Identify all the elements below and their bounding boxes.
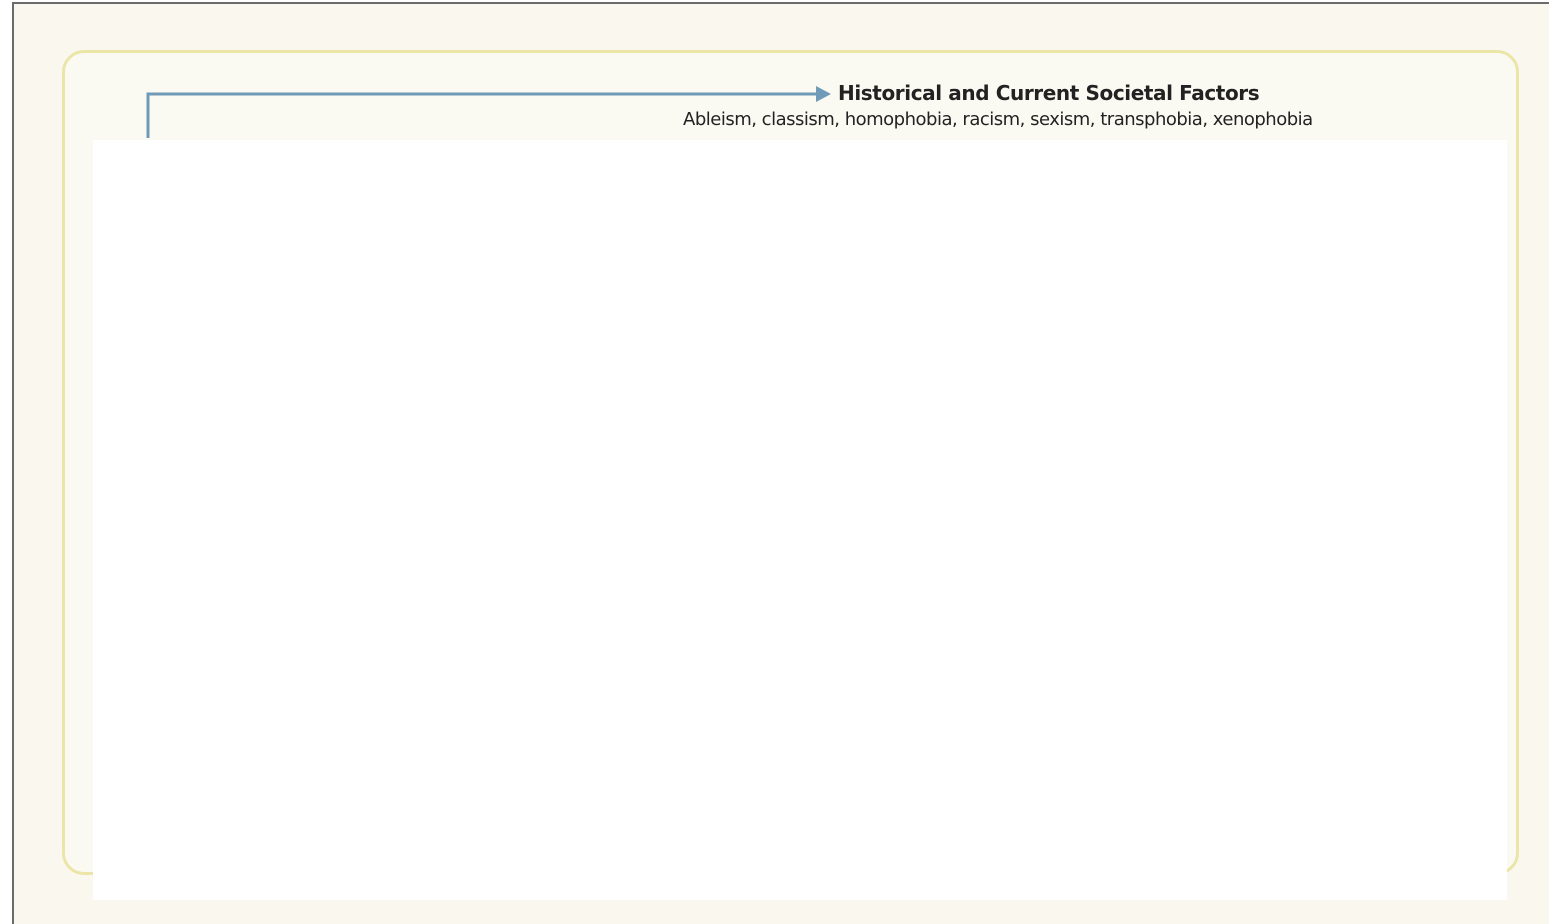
blank-content-area: [93, 140, 1507, 900]
societal-factors-list: Ableism, classism, homophobia, racism, s…: [683, 109, 1313, 130]
societal-factors-title: Historical and Current Societal Factors: [838, 81, 1260, 105]
